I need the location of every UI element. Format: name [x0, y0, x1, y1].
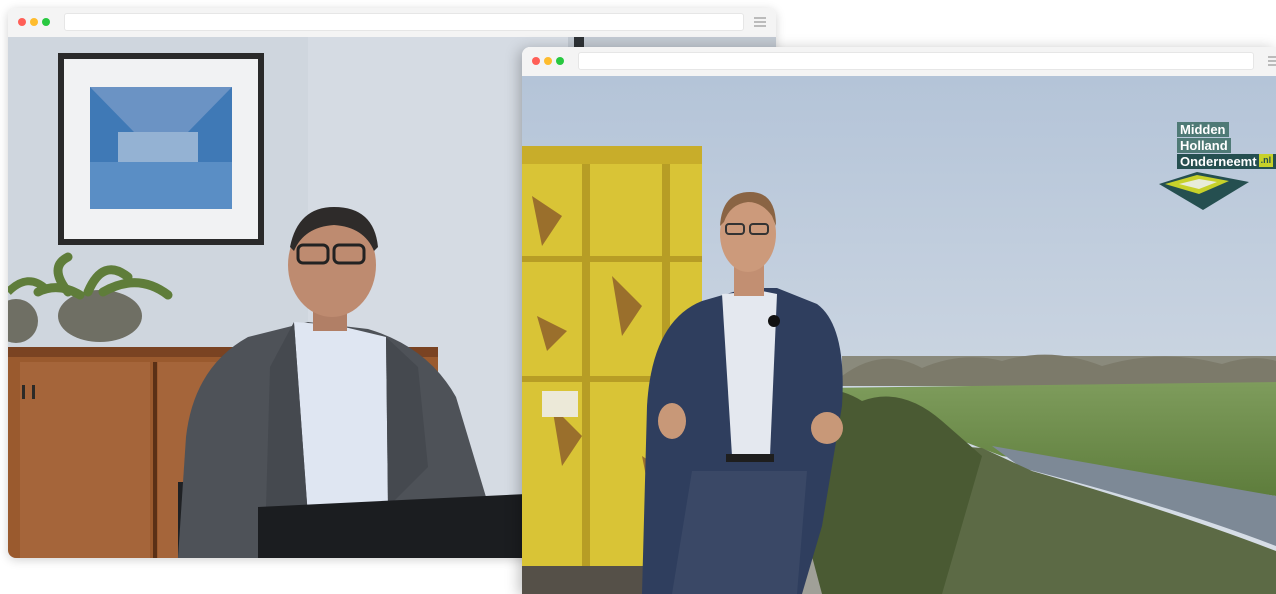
- logo-line-3: Onderneemt .nl: [1177, 154, 1276, 169]
- midden-holland-logo: Midden Holland Onderneemt .nl: [1159, 122, 1276, 210]
- container-sign: [542, 391, 578, 417]
- close-window-button[interactable]: [532, 57, 540, 65]
- minimize-window-button[interactable]: [30, 18, 38, 26]
- close-window-button[interactable]: [18, 18, 26, 26]
- logo-tld: .nl: [1258, 154, 1274, 167]
- maximize-window-button[interactable]: [42, 18, 50, 26]
- address-bar[interactable]: [64, 13, 744, 31]
- menu-icon[interactable]: [754, 17, 766, 27]
- address-bar[interactable]: [578, 52, 1254, 70]
- minimize-window-button[interactable]: [544, 57, 552, 65]
- logo-line-2: Holland: [1177, 138, 1231, 153]
- maximize-window-button[interactable]: [556, 57, 564, 65]
- menu-icon[interactable]: [1268, 56, 1276, 66]
- logo-mark-icon: [1159, 172, 1249, 210]
- plant-pot: [58, 290, 142, 342]
- video-frame-field: Midden Holland Onderneemt .nl: [522, 76, 1276, 594]
- field-scene-image: [522, 76, 1276, 594]
- browser-toolbar: [522, 47, 1276, 77]
- front-browser-window: Midden Holland Onderneemt .nl: [522, 47, 1276, 594]
- logo-line-1: Midden: [1177, 122, 1229, 137]
- browser-toolbar: [8, 8, 776, 38]
